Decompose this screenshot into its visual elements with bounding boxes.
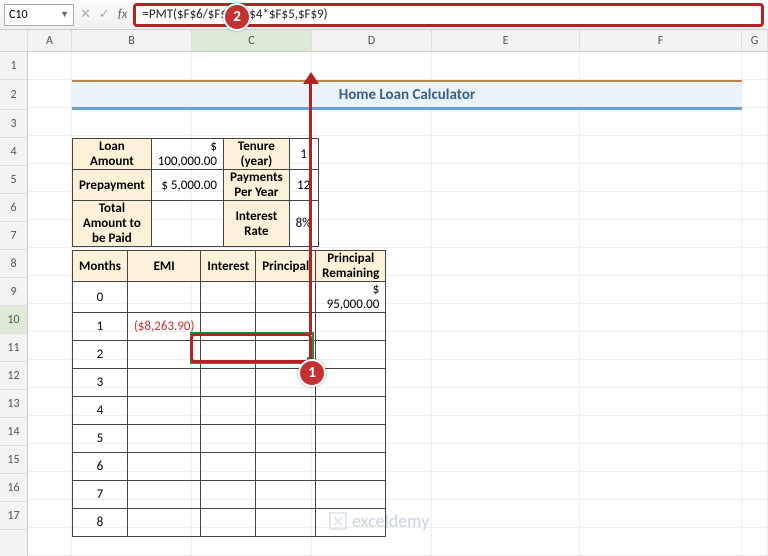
row-header-9[interactable]: 9 [0,278,27,306]
name-box[interactable]: C10 ▼ [4,4,74,26]
total-value[interactable] [151,201,223,247]
col-header-b[interactable]: B [72,30,192,51]
table-row: 5 [73,425,386,453]
arrow-up-icon [303,72,319,84]
loan-amount-value[interactable]: $ 100,000.00 [151,139,223,170]
th-interest: Interest [201,251,256,282]
row-header-14[interactable]: 14 [0,418,27,446]
row-headers: 1 2 3 4 5 6 7 8 9 10 11 12 13 14 15 16 1… [0,52,28,556]
col-header-f[interactable]: F [580,30,742,51]
watermark: exceldemy [328,510,429,532]
col-header-d[interactable]: D [312,30,432,51]
callout-1: 1 [298,359,326,387]
row-header-10[interactable]: 10 [0,306,27,334]
th-months: Months [73,251,128,282]
page-title: Home Loan Calculator [72,80,742,110]
th-principal: Principal [256,251,316,282]
th-emi: EMI [127,251,201,282]
row-header-3[interactable]: 3 [0,110,27,138]
formula-bar-actions: ✕ ✓ fx [80,7,127,22]
annotation-arrow [309,77,312,335]
name-box-value: C10 [9,8,28,22]
enter-icon[interactable]: ✓ [99,7,110,22]
cell-c10[interactable]: ($8,263.90) [127,313,201,341]
row-header-6[interactable]: 6 [0,194,27,222]
col-header-c[interactable]: C [192,30,312,51]
prepayment-value[interactable]: $ 5,000.00 [151,170,223,201]
fx-icon[interactable]: fx [118,7,128,22]
input-params-table: Loan Amount $ 100,000.00 Tenure (year) 1… [72,138,319,247]
table-row: 4 [73,397,386,425]
table-row: 0$ 95,000.00 [73,282,386,313]
tenure-value[interactable]: 1 [289,139,318,170]
row-header-12[interactable]: 12 [0,362,27,390]
logo-icon [328,511,348,531]
select-all-triangle[interactable] [0,30,28,51]
table-row: 6 [73,453,386,481]
loan-amount-label: Loan Amount [73,139,152,170]
rate-value[interactable]: 8% [289,201,318,247]
column-headers: A B C D E F G [0,30,768,52]
table-row: 7 [73,481,386,509]
row-header-7[interactable]: 7 [0,222,27,250]
row-header-16[interactable]: 16 [0,474,27,502]
callout-2: 2 [223,3,251,31]
row-header-11[interactable]: 11 [0,334,27,362]
row-header-5[interactable]: 5 [0,166,27,194]
col-header-e[interactable]: E [432,30,580,51]
row-header-2[interactable]: 2 [0,80,27,110]
ppy-label: Payments Per Year [223,170,289,201]
amortization-table: Months EMI Interest Principal Principal … [72,250,386,537]
spreadsheet-grid[interactable]: // placeholder: cells rendered below via… [28,52,768,556]
row-header-8[interactable]: 8 [0,250,27,278]
tenure-label: Tenure (year) [223,139,289,170]
cancel-icon[interactable]: ✕ [80,7,91,22]
col-header-a[interactable]: A [28,30,72,51]
table-row: 3 [73,369,386,397]
table-row: 2 [73,341,386,369]
ppy-value[interactable]: 12 [289,170,318,201]
col-header-g[interactable]: G [742,30,768,51]
row-header-15[interactable]: 15 [0,446,27,474]
total-label: Total Amount to be Paid [73,201,152,247]
row-header-4[interactable]: 4 [0,138,27,166]
row-header-1[interactable]: 1 [0,52,27,80]
rate-label: Interest Rate [223,201,289,247]
table-row: 1($8,263.90) [73,313,386,341]
formula-bar-row: C10 ▼ ✕ ✓ fx =PMT($F$6/$F$5,$F$4*$F$5,$F… [0,0,768,30]
th-remaining: Principal Remaining [316,251,386,282]
row-header-17[interactable]: 17 [0,502,27,530]
row-header-13[interactable]: 13 [0,390,27,418]
prepayment-label: Prepayment [73,170,152,201]
chevron-down-icon[interactable]: ▼ [60,9,69,20]
